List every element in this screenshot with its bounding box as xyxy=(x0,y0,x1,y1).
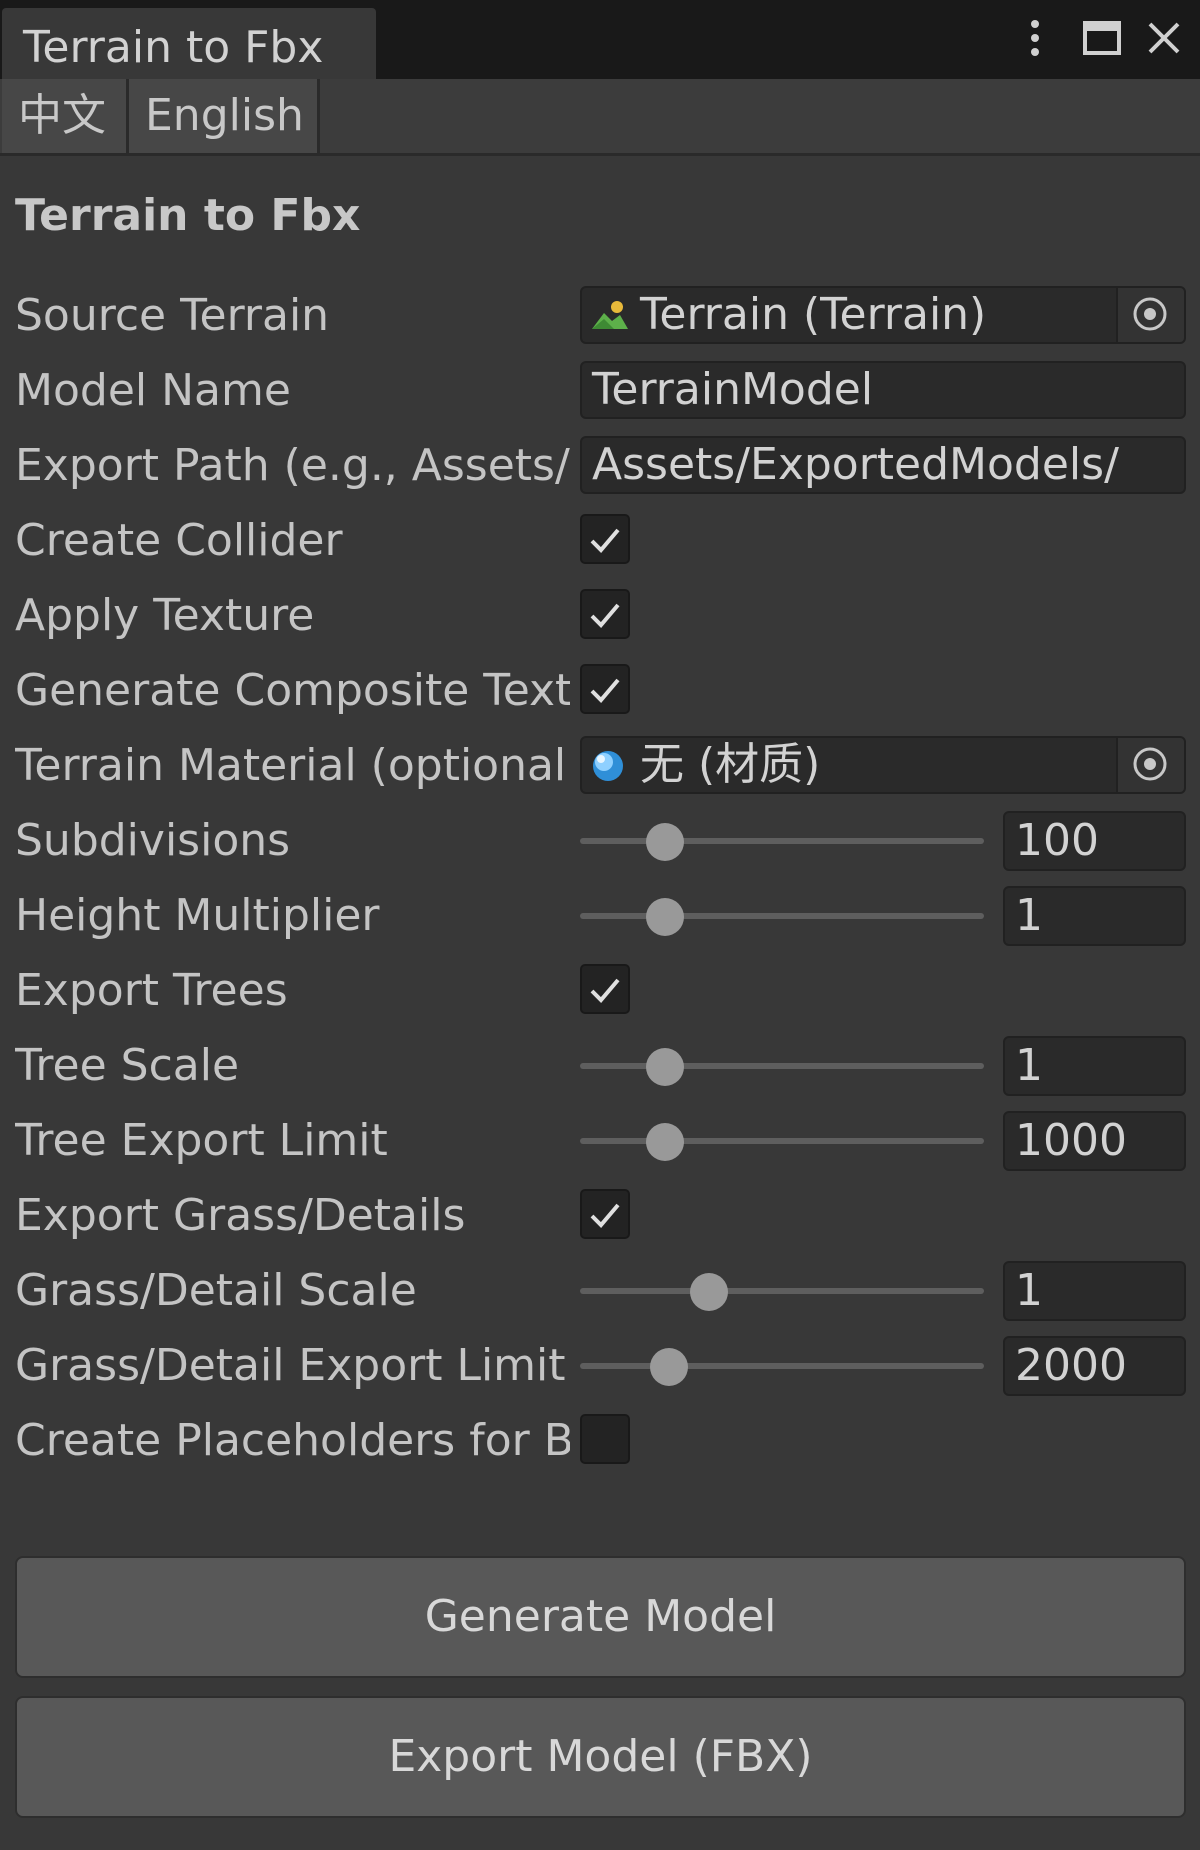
material-icon xyxy=(593,751,623,781)
model-name-label: Model Name xyxy=(15,365,291,416)
export-model-button[interactable]: Export Model (FBX) xyxy=(15,1696,1186,1818)
tree-export-limit-row: Tree Export Limit 1000 xyxy=(0,1109,1200,1173)
composite-texture-label: Generate Composite Text xyxy=(15,665,570,716)
export-trees-label: Export Trees xyxy=(15,965,288,1016)
tree-scale-slider[interactable] xyxy=(580,1063,984,1069)
create-collider-row: Create Collider xyxy=(0,509,1200,573)
tree-export-limit-slider[interactable] xyxy=(580,1138,984,1144)
composite-texture-checkbox[interactable] xyxy=(580,664,630,714)
grass-export-limit-slider-thumb[interactable] xyxy=(649,1348,688,1386)
height-multiplier-input[interactable]: 1 xyxy=(1003,886,1186,946)
language-english-label: English xyxy=(145,90,304,141)
terrain-material-field[interactable]: 无 (材质) xyxy=(580,736,1186,794)
object-picker-icon xyxy=(1133,297,1167,331)
tree-scale-value: 1 xyxy=(1015,1040,1043,1091)
create-collider-label: Create Collider xyxy=(15,515,343,566)
object-picker-button[interactable] xyxy=(1116,288,1184,342)
grass-export-limit-row: Grass/Detail Export Limit 2000 xyxy=(0,1334,1200,1398)
grass-scale-slider-thumb[interactable] xyxy=(690,1273,729,1311)
placeholders-row: Create Placeholders for B xyxy=(0,1409,1200,1473)
window-tab[interactable]: Terrain to Fbx xyxy=(2,8,376,79)
object-picker-button[interactable] xyxy=(1116,738,1184,792)
export-grass-row: Export Grass/Details xyxy=(0,1184,1200,1248)
export-trees-row: Export Trees xyxy=(0,959,1200,1023)
subdivisions-row: Subdivisions 100 xyxy=(0,809,1200,873)
subdivisions-input[interactable]: 100 xyxy=(1003,811,1186,871)
create-collider-checkbox[interactable] xyxy=(580,514,630,564)
export-path-label: Export Path (e.g., Assets/M xyxy=(15,440,570,491)
export-trees-checkbox[interactable] xyxy=(580,964,630,1014)
checkmark-icon xyxy=(590,978,620,1003)
source-terrain-label: Source Terrain xyxy=(15,290,330,341)
terrain-material-row: Terrain Material (optional 无 (材质) xyxy=(0,734,1200,798)
checkmark-icon xyxy=(590,528,620,553)
close-icon[interactable] xyxy=(1144,14,1186,64)
export-path-input[interactable]: Assets/ExportedModels/ xyxy=(580,436,1186,494)
apply-texture-label: Apply Texture xyxy=(15,590,315,641)
tree-scale-label: Tree Scale xyxy=(15,1040,240,1091)
export-path-value: Assets/ExportedModels/ xyxy=(592,439,1119,490)
grass-export-limit-slider[interactable] xyxy=(580,1363,984,1369)
subdivisions-label: Subdivisions xyxy=(15,815,291,866)
grass-scale-input[interactable]: 1 xyxy=(1003,1261,1186,1321)
generate-model-button[interactable]: Generate Model xyxy=(15,1556,1186,1678)
height-multiplier-slider[interactable] xyxy=(580,913,984,919)
grass-scale-row: Grass/Detail Scale 1 xyxy=(0,1259,1200,1323)
language-chinese-button[interactable]: 中文 xyxy=(2,79,129,153)
height-multiplier-row: Height Multiplier 1 xyxy=(0,884,1200,948)
subdivisions-value: 100 xyxy=(1015,815,1099,866)
height-multiplier-value: 1 xyxy=(1015,890,1043,941)
export-path-row: Export Path (e.g., Assets/M Assets/Expor… xyxy=(0,434,1200,498)
model-name-input[interactable]: TerrainModel xyxy=(580,361,1186,419)
apply-texture-checkbox[interactable] xyxy=(580,589,630,639)
language-english-button[interactable]: English xyxy=(129,79,320,153)
kebab-menu-icon[interactable] xyxy=(1020,14,1050,64)
tree-export-limit-input[interactable]: 1000 xyxy=(1003,1111,1186,1171)
terrain-material-value: 无 (材质) xyxy=(640,739,821,790)
window-tab-title: Terrain to Fbx xyxy=(23,22,324,73)
grass-export-limit-value: 2000 xyxy=(1015,1340,1127,1391)
model-name-row: Model Name TerrainModel xyxy=(0,359,1200,423)
grass-scale-label: Grass/Detail Scale xyxy=(15,1265,417,1316)
height-multiplier-slider-thumb[interactable] xyxy=(645,898,684,936)
tree-export-limit-label: Tree Export Limit xyxy=(15,1115,388,1166)
tree-export-limit-slider-thumb[interactable] xyxy=(645,1123,684,1161)
export-grass-label: Export Grass/Details xyxy=(15,1190,466,1241)
source-terrain-field[interactable]: Terrain (Terrain) xyxy=(580,286,1186,344)
checkmark-icon xyxy=(590,1203,620,1228)
subdivisions-slider[interactable] xyxy=(580,838,984,844)
subdivisions-slider-thumb[interactable] xyxy=(645,823,684,861)
grass-scale-value: 1 xyxy=(1015,1265,1043,1316)
grass-scale-slider[interactable] xyxy=(580,1288,984,1294)
source-terrain-row: Source Terrain Terrain (Terrain) xyxy=(0,284,1200,348)
terrain-icon xyxy=(592,301,628,329)
tree-export-limit-value: 1000 xyxy=(1015,1115,1127,1166)
maximize-icon[interactable] xyxy=(1082,14,1124,64)
source-terrain-value: Terrain (Terrain) xyxy=(640,289,987,340)
composite-texture-row: Generate Composite Text xyxy=(0,659,1200,723)
grass-export-limit-label: Grass/Detail Export Limit xyxy=(15,1340,566,1391)
window-titlebar: Terrain to Fbx xyxy=(0,0,1200,79)
object-picker-icon xyxy=(1133,747,1167,781)
export-grass-checkbox[interactable] xyxy=(580,1189,630,1239)
height-multiplier-label: Height Multiplier xyxy=(15,890,380,941)
model-name-value: TerrainModel xyxy=(592,364,874,415)
checkmark-icon xyxy=(590,678,620,703)
language-chinese-label: 中文 xyxy=(18,90,106,141)
tree-scale-row: Tree Scale 1 xyxy=(0,1034,1200,1098)
placeholders-label: Create Placeholders for B xyxy=(15,1415,570,1466)
checkmark-icon xyxy=(590,603,620,628)
apply-texture-row: Apply Texture xyxy=(0,584,1200,648)
language-toolbar: 中文 English xyxy=(0,79,1200,156)
tree-scale-slider-thumb[interactable] xyxy=(645,1048,684,1086)
grass-export-limit-input[interactable]: 2000 xyxy=(1003,1336,1186,1396)
placeholders-checkbox[interactable] xyxy=(580,1414,630,1464)
tree-scale-input[interactable]: 1 xyxy=(1003,1036,1186,1096)
terrain-material-label: Terrain Material (optional xyxy=(15,740,567,791)
section-title: Terrain to Fbx xyxy=(15,190,361,241)
